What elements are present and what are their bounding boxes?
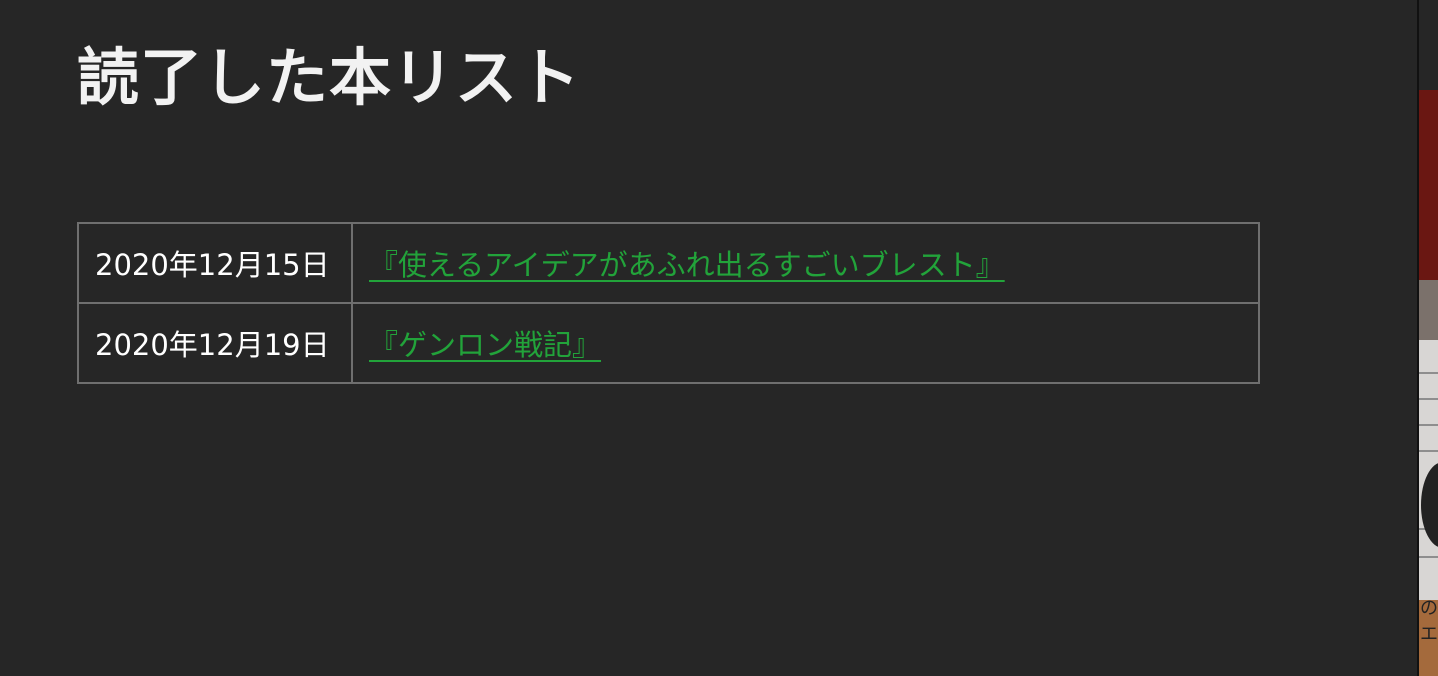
- book-title-link[interactable]: 『ゲンロン戦記』: [369, 328, 601, 362]
- side-divider: [1419, 556, 1438, 558]
- side-divider: [1419, 450, 1438, 452]
- page: 読了した本リスト 2020年12月15日 『使えるアイデアがあふれ出るすごいブレ…: [0, 0, 1438, 676]
- side-partial-text: のエ: [1420, 598, 1438, 645]
- table-row: 2020年12月19日 『ゲンロン戦記』: [77, 302, 1260, 384]
- side-image-top: [1419, 0, 1438, 90]
- read-date: 2020年12月19日: [77, 302, 353, 384]
- side-divider: [1419, 424, 1438, 426]
- read-date: 2020年12月15日: [77, 222, 353, 304]
- side-image-grey: [1419, 280, 1438, 340]
- table-row: 2020年12月15日 『使えるアイデアがあふれ出るすごいブレスト』: [77, 222, 1260, 304]
- book-title-cell: 『ゲンロン戦記』: [351, 302, 1260, 384]
- book-title-cell: 『使えるアイデアがあふれ出るすごいブレスト』: [351, 222, 1260, 304]
- side-divider: [1419, 372, 1438, 374]
- book-list-table: 2020年12月15日 『使えるアイデアがあふれ出るすごいブレスト』 2020年…: [77, 222, 1260, 384]
- book-title-link[interactable]: 『使えるアイデアがあふれ出るすごいブレスト』: [369, 248, 1005, 282]
- side-divider: [1419, 398, 1438, 400]
- page-title: 読了した本リスト: [77, 41, 582, 114]
- adjacent-window-edge: のエ: [1417, 0, 1438, 676]
